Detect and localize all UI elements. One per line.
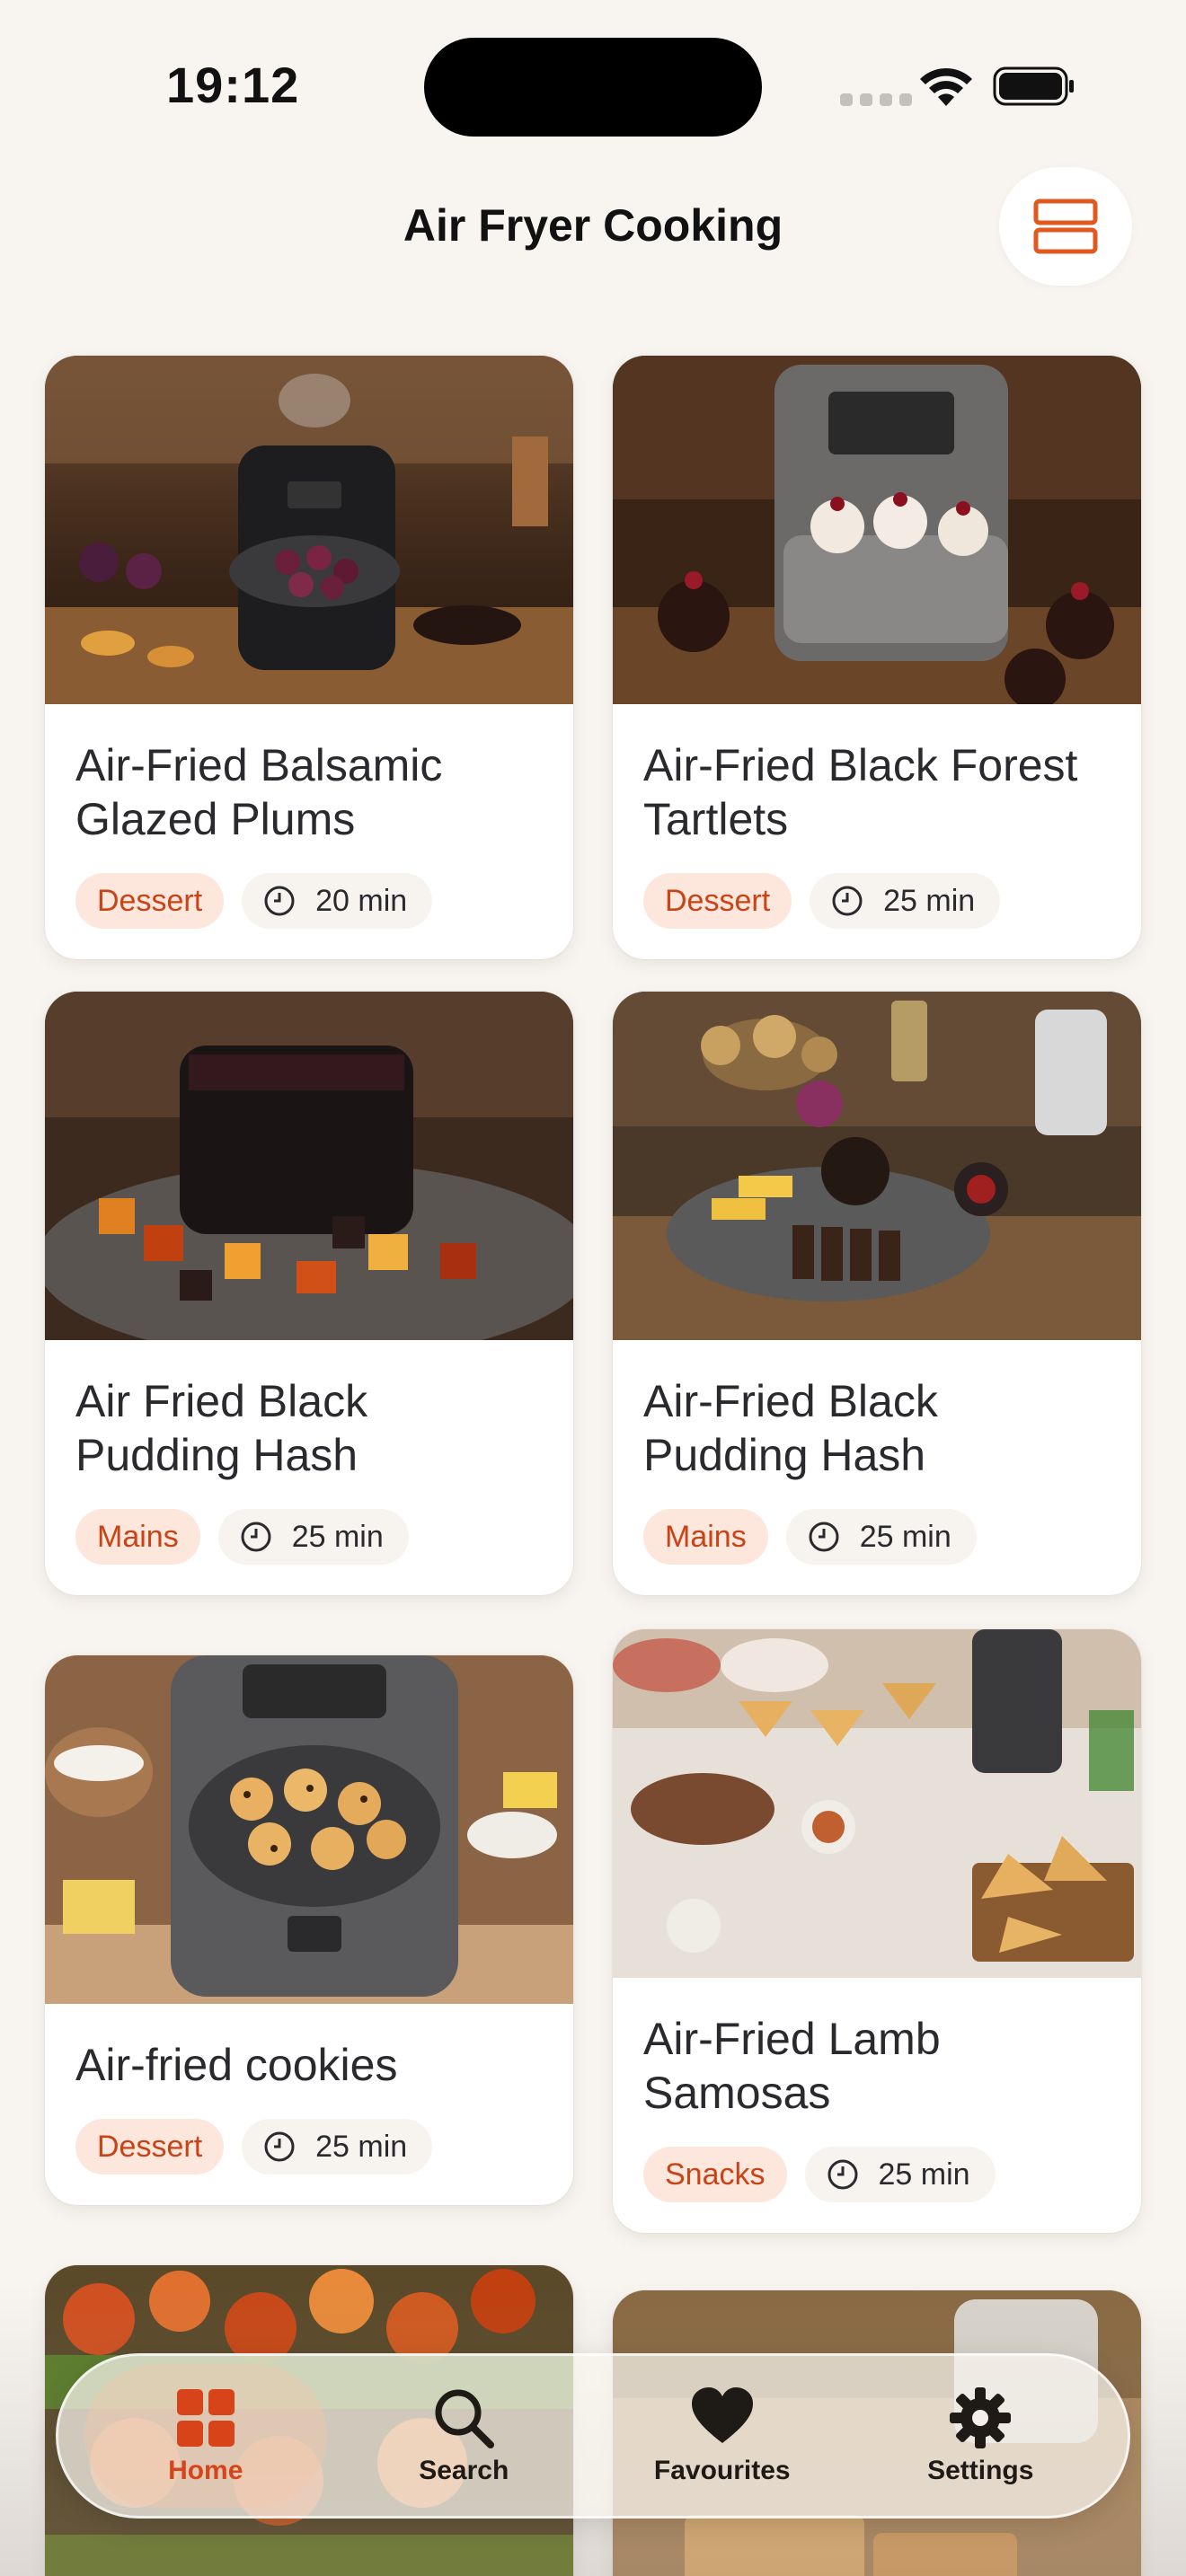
time-badge: 25 min — [242, 2119, 433, 2175]
recipe-image — [613, 356, 1141, 704]
heart-icon — [691, 2387, 753, 2443]
tab-bar: Home Search Favourites Settings — [56, 2353, 1130, 2519]
time-badge: 20 min — [242, 873, 433, 929]
clock-icon — [828, 2159, 857, 2190]
cook-time: 25 min — [291, 1520, 384, 1554]
clock-icon — [264, 886, 295, 916]
clock-icon — [832, 886, 863, 916]
recipe-title: Air Fried Black Pudding Hash — [75, 1376, 368, 1480]
recipe-card[interactable]: Air-fried cookies Dessert 25 min — [45, 1655, 573, 2205]
cook-time: 25 min — [878, 2157, 970, 2192]
wifi-icon — [920, 67, 972, 106]
tab-search[interactable]: Search — [342, 2364, 585, 2508]
tab-settings[interactable]: Settings — [859, 2364, 1102, 2508]
cook-time: 25 min — [859, 1520, 951, 1554]
category-badge: Mains — [75, 1509, 200, 1565]
recipe-title: Air-Fried Balsamic Glazed Plums — [75, 740, 443, 844]
recipe-title: Air-fried cookies — [75, 2040, 398, 2090]
cook-time: 20 min — [315, 884, 408, 918]
recipe-title: Air-Fried Black Pudding Hash — [643, 1376, 938, 1480]
recipe-image — [45, 1655, 573, 2004]
recipe-card[interactable]: Air-Fried Black Pudding Hash Mains 25 mi… — [613, 992, 1141, 1595]
time-badge: 25 min — [804, 2147, 996, 2202]
recipe-image — [45, 356, 573, 704]
time-badge: 25 min — [217, 1509, 409, 1565]
tab-label: Settings — [927, 2456, 1034, 2485]
cook-time: 25 min — [883, 884, 976, 918]
list-layout-icon — [1033, 198, 1098, 254]
grid-icon — [176, 2389, 235, 2447]
gear-icon — [950, 2387, 1012, 2448]
status-bar: 19:12 — [0, 0, 1186, 153]
tab-label: Home — [168, 2456, 243, 2485]
category-badge: Snacks — [643, 2147, 787, 2202]
status-time: 19:12 — [166, 57, 300, 113]
search-icon — [435, 2389, 495, 2448]
tab-favourites[interactable]: Favourites — [601, 2364, 844, 2508]
layout-toggle-button[interactable] — [999, 167, 1132, 286]
tab-label: Search — [419, 2456, 509, 2485]
recipe-card[interactable]: Air-Fried Black Forest Tartlets Dessert … — [613, 356, 1141, 959]
category-badge: Dessert — [643, 873, 792, 929]
tab-label: Favourites — [653, 2456, 791, 2485]
time-badge: 25 min — [810, 873, 1001, 929]
recipe-image — [613, 1629, 1141, 1978]
clock-icon — [264, 2131, 295, 2162]
clock-icon — [241, 1522, 271, 1552]
dynamic-island — [424, 38, 762, 137]
cellular-signal-icon — [840, 93, 912, 106]
battery-icon — [993, 66, 1074, 106]
recipe-image — [613, 992, 1141, 1340]
tab-home[interactable]: Home — [84, 2364, 327, 2508]
category-badge: Dessert — [75, 873, 225, 929]
category-badge: Mains — [643, 1509, 768, 1565]
time-badge: 25 min — [785, 1509, 977, 1565]
recipe-image — [45, 992, 573, 1340]
recipe-card[interactable]: Air Fried Black Pudding Hash Mains 25 mi… — [45, 992, 573, 1595]
recipe-title: Air-Fried Lamb Samosas — [643, 2014, 941, 2118]
recipe-title: Air-Fried Black Forest Tartlets — [643, 740, 1078, 844]
recipe-card[interactable]: Air-Fried Lamb Samosas Snacks 25 min — [613, 1629, 1141, 2233]
category-badge: Dessert — [75, 2119, 225, 2175]
cook-time: 25 min — [315, 2130, 408, 2164]
clock-icon — [809, 1522, 839, 1552]
recipe-card[interactable]: Air-Fried Balsamic Glazed Plums Dessert … — [45, 356, 573, 959]
